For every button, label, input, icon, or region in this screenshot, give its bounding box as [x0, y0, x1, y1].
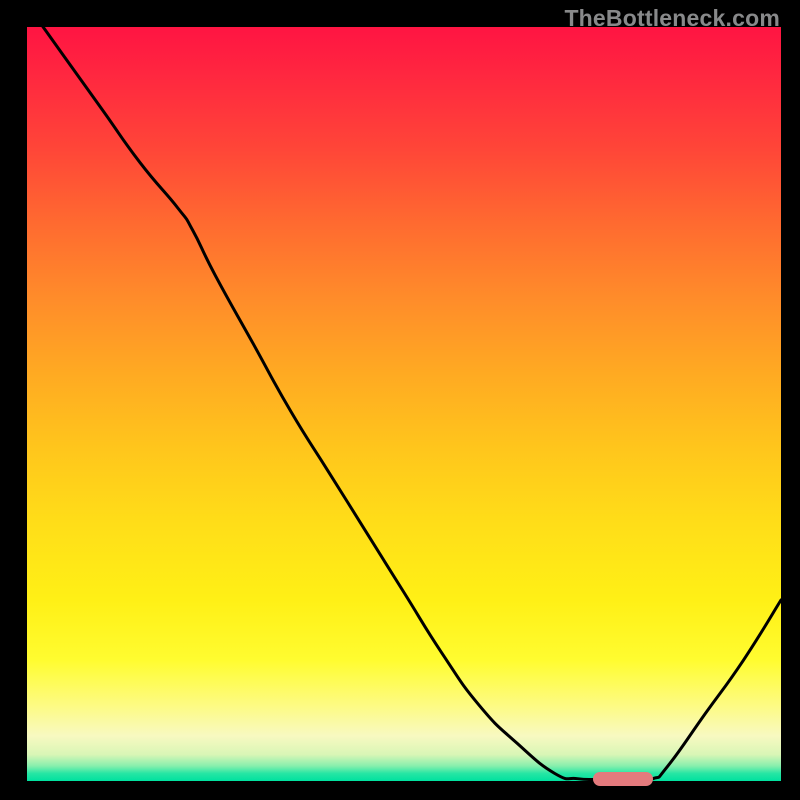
optimal-range-marker [593, 772, 653, 786]
curve-svg [27, 27, 781, 781]
plot-area [27, 27, 781, 781]
chart-stage: TheBottleneck.com [0, 0, 800, 800]
bottleneck-curve-path [27, 4, 781, 780]
